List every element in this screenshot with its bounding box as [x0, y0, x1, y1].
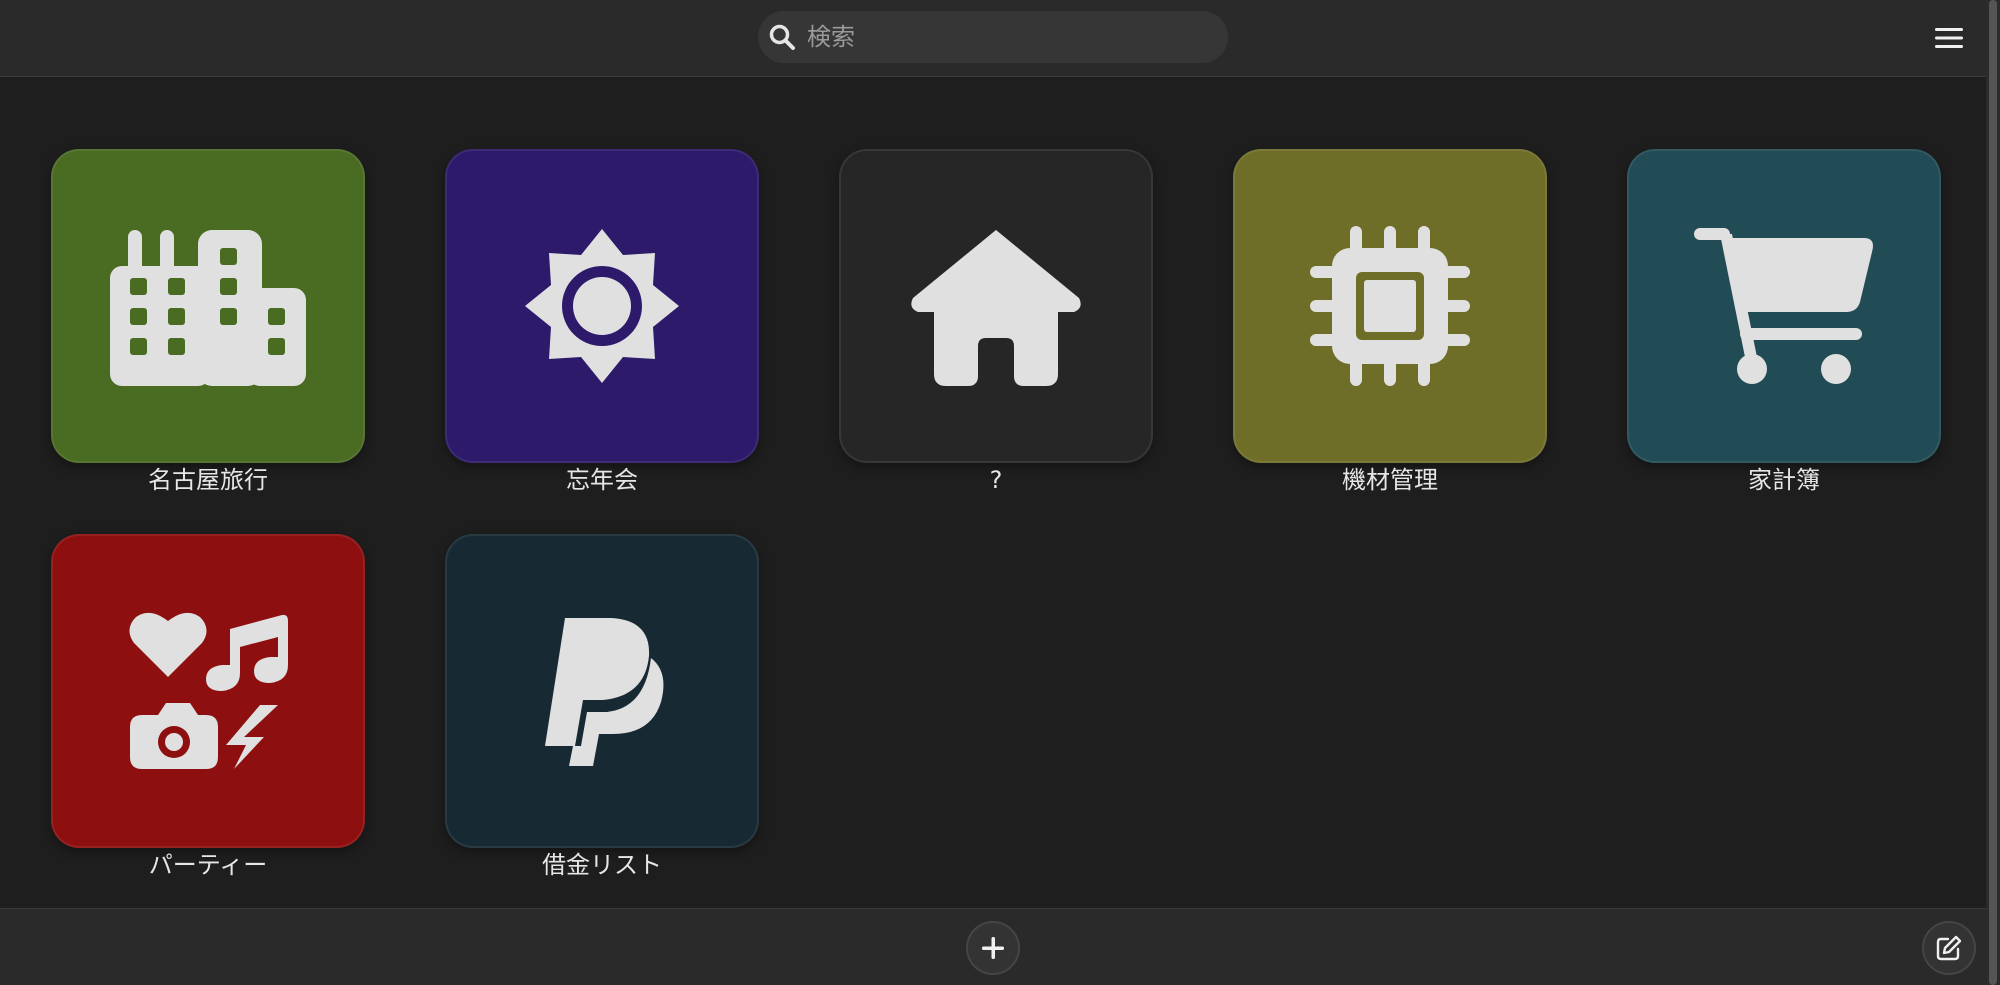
paypal-icon: [545, 618, 664, 766]
edit-button[interactable]: [1922, 921, 1976, 975]
search-bar[interactable]: [758, 11, 1228, 63]
tile-label: 借金リスト: [542, 851, 662, 879]
sun-icon: [525, 229, 679, 383]
tile-icon-box: [839, 149, 1153, 463]
search-input[interactable]: [807, 11, 1208, 63]
bottom-bar: [0, 908, 1986, 985]
plus-icon: [982, 937, 1004, 959]
tile-label: 名古屋旅行: [148, 466, 268, 494]
tile-icon-box: [445, 534, 759, 848]
tile-icon-box: [51, 534, 365, 848]
tile-year-end-party[interactable]: 忘年会: [445, 149, 759, 494]
microchip-icon: [1310, 226, 1470, 386]
shopping-cart-icon: [1694, 228, 1873, 384]
tile-label: パーティー: [148, 851, 268, 879]
tile-icon-box: [1233, 149, 1547, 463]
tile-party[interactable]: パーティー: [51, 534, 365, 879]
scrollbar-thumb[interactable]: [1989, 0, 1997, 985]
menu-button[interactable]: [1930, 20, 1968, 56]
scrollbar[interactable]: [1986, 0, 2000, 985]
tile-household-budget[interactable]: 家計簿: [1627, 149, 1941, 494]
tile-nagoya-trip[interactable]: 名古屋旅行: [51, 149, 365, 494]
add-button[interactable]: [966, 921, 1020, 975]
top-bar: [0, 0, 1986, 77]
city-buildings-icon: [110, 230, 306, 386]
icons-heart-music-camera-bolt-icon: [129, 612, 288, 769]
app-root: 名古屋旅行 忘年会 ?: [0, 0, 2000, 985]
search-icon: [769, 24, 795, 50]
tile-label: ?: [989, 466, 1003, 494]
tile-equipment-management[interactable]: 機材管理: [1233, 149, 1547, 494]
tile-icon-box: [51, 149, 365, 463]
tile-debt-list[interactable]: 借金リスト: [445, 534, 759, 879]
hamburger-menu-icon: [1935, 28, 1963, 48]
tile-label: 忘年会: [566, 466, 638, 494]
tile-icon-box: [1627, 149, 1941, 463]
home-icon: [911, 230, 1081, 386]
tile-unknown[interactable]: ?: [839, 149, 1153, 494]
edit-icon: [1936, 935, 1962, 961]
tile-label: 家計簿: [1748, 466, 1820, 494]
tile-icon-box: [445, 149, 759, 463]
tile-label: 機材管理: [1342, 466, 1438, 494]
